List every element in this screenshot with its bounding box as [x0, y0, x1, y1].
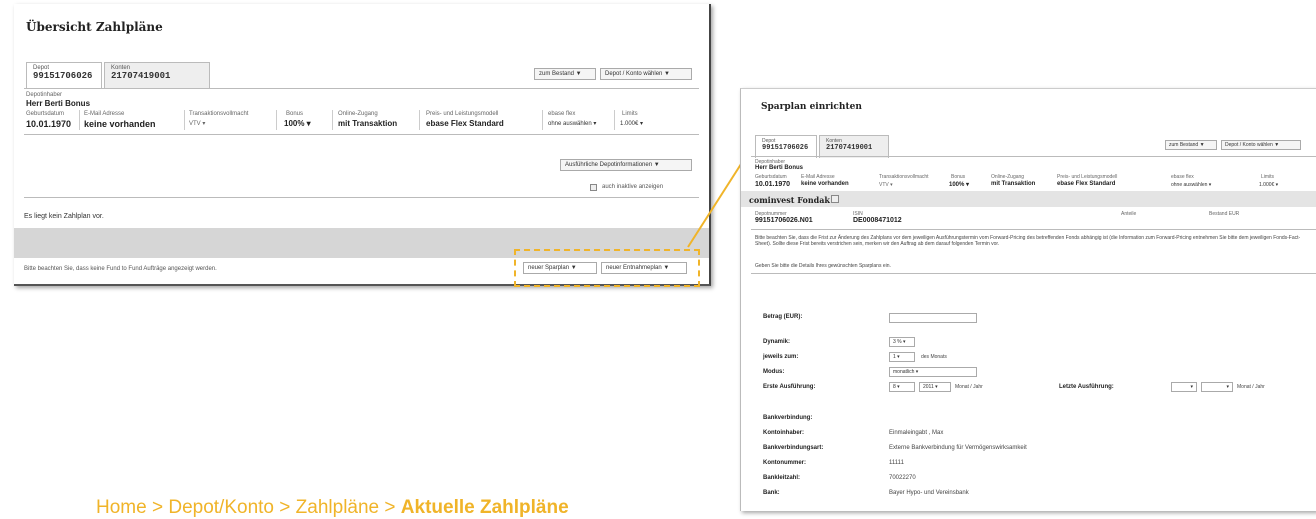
bank-row-label: Kontoinhaber: — [763, 430, 804, 436]
breadcrumb-current: Aktuelle Zahlpläne — [400, 497, 569, 518]
bank-row-value: 11111 — [889, 460, 904, 466]
jeweils-suffix: des Monats — [921, 354, 947, 360]
breadcrumb-depot-konto[interactable]: Depot/Konto — [168, 497, 274, 518]
field-label: Geburtsdatum — [755, 174, 787, 180]
vollmacht-value[interactable]: VTV ▾ — [879, 182, 893, 188]
email-value: keine vorhanden — [801, 181, 849, 187]
online-access-value: mit Transaktion — [991, 181, 1036, 187]
bank-row-label: Bank: — [763, 490, 780, 496]
breadcrumb-zahlplaene[interactable]: Zahlpläne — [296, 497, 379, 518]
depot-konto-select[interactable]: Depot / Konto wählen ▼ — [1221, 140, 1301, 150]
bank-row-value: Einmaleingabt , Max — [889, 430, 944, 436]
erste-month-select[interactable]: 8 ▾ — [889, 382, 915, 392]
jeweils-label: jeweils zum: — [763, 354, 799, 360]
tab-depot[interactable]: Depot 99151706026 — [755, 135, 817, 158]
fund-name: cominvest Fondak P — [749, 195, 839, 205]
holder-name: Herr Berti Bonus — [755, 165, 804, 171]
field-label: Online-Zugang — [991, 174, 1025, 180]
fund-col-label: Anteile — [1121, 211, 1137, 217]
breadcrumb: Home > Depot/Konto > Zahlpläne > Aktuell… — [96, 497, 569, 519]
bank-row-value: 70022270 — [889, 475, 916, 481]
tab-konten-value: 21707419001 — [826, 144, 873, 152]
tab-konten[interactable]: Konten 21707419001 — [819, 135, 889, 158]
letzte-ausfuehrung-label: Letzte Ausführung: — [1059, 384, 1114, 390]
betrag-input[interactable] — [889, 313, 977, 323]
forward-pricing-info: Bitte beachten Sie, dass die Frist zur Ä… — [755, 235, 1301, 247]
fund-isin: DE0008471012 — [853, 217, 902, 224]
bank-row-label: Kontonummer: — [763, 460, 806, 466]
letzte-year-select[interactable]: ▾ — [1201, 382, 1233, 392]
field-label: Limits — [1261, 174, 1275, 180]
dynamik-select[interactable]: 3 % ▾ — [889, 337, 915, 347]
bank-heading: Bankverbindung: — [763, 415, 813, 421]
limits-value[interactable]: 1.000€ ▾ — [1259, 182, 1278, 188]
breadcrumb-separator: > — [279, 497, 291, 518]
betrag-label: Betrag (EUR): — [763, 314, 803, 320]
dynamik-label: Dynamik: — [763, 339, 791, 345]
bestand-select[interactable]: zum Bestand ▼ — [1165, 140, 1217, 150]
sparplan-panel: Sparplan einrichten Depot 99151706026 Ko… — [740, 88, 1316, 511]
erste-suffix: Monat / Jahr — [955, 384, 983, 390]
erste-year-select[interactable]: 2011 ▾ — [919, 382, 951, 392]
tab-depot-value: 99151706026 — [762, 144, 809, 152]
field-label: Bonus — [951, 174, 966, 180]
breadcrumb-separator: > — [384, 497, 396, 518]
bank-row-label: Bankleitzahl: — [763, 475, 801, 481]
bank-row-value: Externe Bankverbindung für Vermögenswirk… — [889, 445, 1027, 451]
bonus-value[interactable]: 100% ▾ — [949, 181, 969, 188]
fund-info-icon[interactable] — [831, 195, 839, 203]
breadcrumb-separator: > — [151, 497, 164, 518]
modus-label: Modus: — [763, 369, 785, 375]
erste-ausfuehrung-label: Erste Ausführung: — [763, 384, 816, 390]
field-label: ebase flex — [1171, 174, 1194, 180]
price-model-value: ebase Flex Standard — [1057, 181, 1116, 187]
details-hint: Geben Sie bitte die Details Ihres gewüns… — [755, 263, 891, 269]
breadcrumb-home[interactable]: Home — [96, 497, 147, 518]
jeweils-select[interactable]: 1 ▾ — [889, 352, 915, 362]
letzte-suffix: Monat / Jahr — [1237, 384, 1265, 390]
ebase-flex-value[interactable]: ohne auswählen ▾ — [1171, 182, 1211, 188]
field-label: Preis- und Leistungsmodell — [1057, 174, 1118, 180]
field-label: Transaktionsvollmacht — [879, 174, 929, 180]
bank-row-label: Bankverbindungsart: — [763, 445, 824, 451]
fund-col-label: Bestand EUR — [1209, 211, 1240, 217]
fund-depot-number: 99151706026.N01 — [755, 217, 813, 224]
letzte-month-select[interactable]: ▾ — [1171, 382, 1197, 392]
sparplan-title: Sparplan einrichten — [761, 102, 862, 112]
modus-select[interactable]: monatlich ▾ — [889, 367, 977, 377]
field-label: E-Mail Adresse — [801, 174, 835, 180]
bank-row-value: Bayer Hypo- und Vereinsbank — [889, 490, 969, 496]
birthdate-value: 10.01.1970 — [755, 181, 791, 188]
